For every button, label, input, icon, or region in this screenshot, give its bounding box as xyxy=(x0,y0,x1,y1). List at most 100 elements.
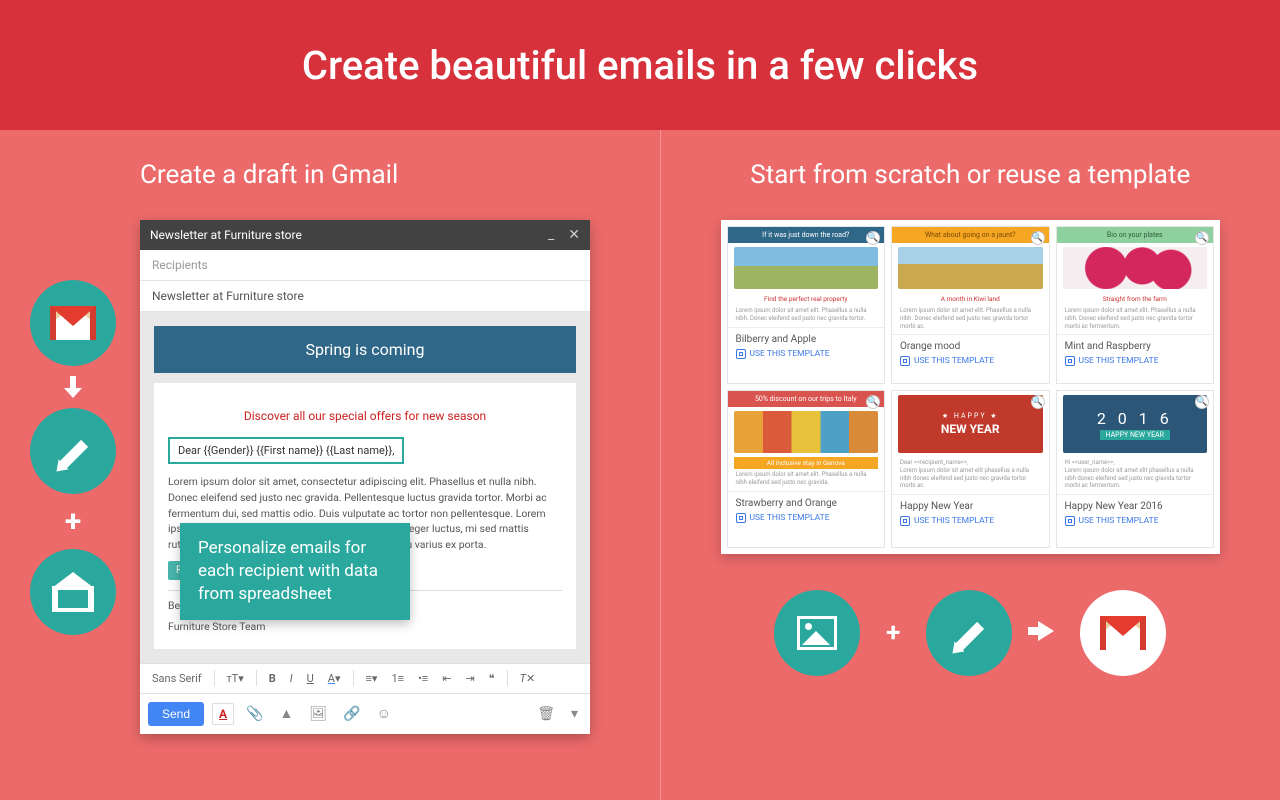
template-name: Orange mood xyxy=(892,334,1049,354)
minimize-icon[interactable]: _ xyxy=(548,227,554,243)
template-lorem: Lorem ipsum dolor sit amet elit. Phasell… xyxy=(728,305,885,327)
indent-less-icon[interactable]: ⇤ xyxy=(438,670,455,687)
use-template-button[interactable]: USE THIS TEMPLATE xyxy=(892,354,1049,372)
template-card[interactable]: 🔍 2 0 1 6HAPPY NEW YEAR Hi <<user_name>>… xyxy=(1056,390,1215,548)
send-step-icon xyxy=(30,549,116,635)
workflow-icons-column: + xyxy=(30,280,116,635)
template-thumbnail xyxy=(734,411,879,453)
font-family-select[interactable]: Sans Serif xyxy=(148,670,206,687)
use-template-button[interactable]: USE THIS TEMPLATE xyxy=(728,511,885,529)
left-panel-title: Create a draft in Gmail xyxy=(140,160,640,190)
numbered-list-icon[interactable]: 1≡ xyxy=(387,670,408,687)
attach-icon[interactable]: 📎 xyxy=(242,706,267,722)
drive-icon[interactable]: ▲ xyxy=(276,705,298,722)
compose-titlebar[interactable]: Newsletter at Furniture store _ ✕ xyxy=(140,220,590,250)
plus-icon: + xyxy=(886,618,900,648)
more-options-icon[interactable]: ▾ xyxy=(567,706,582,722)
bold-icon[interactable]: B xyxy=(265,670,280,687)
gmail-icon xyxy=(1100,616,1146,650)
template-card[interactable]: 50% discount on our trips to Italy 🔍 All… xyxy=(727,390,886,548)
template-name: Happy New Year 2016 xyxy=(1057,494,1214,514)
copy-icon xyxy=(1065,516,1075,526)
quote-icon[interactable]: ❝ xyxy=(485,670,499,687)
insert-image-icon[interactable]: 🖼 xyxy=(305,706,331,722)
personalize-callout: Personalize emails for each recipient wi… xyxy=(180,523,410,620)
left-panel: + Create a draft in Gmail Newsletter at … xyxy=(0,130,661,800)
template-banner: 50% discount on our trips to Italy xyxy=(728,391,885,407)
underline-icon[interactable]: U xyxy=(303,670,318,687)
compose-sendbar: Send A 📎 ▲ 🖼 🔗 ☺ 🗑 ▾ xyxy=(140,693,590,734)
insert-link-icon[interactable]: 🔗 xyxy=(339,706,364,722)
text-color-icon[interactable]: A▾ xyxy=(324,670,345,687)
template-card[interactable]: What about going on a jaunt? 🔍 A month i… xyxy=(891,226,1050,384)
zoom-icon[interactable]: 🔍 xyxy=(1031,395,1045,409)
use-template-button[interactable]: USE THIS TEMPLATE xyxy=(1057,514,1214,532)
close-icon[interactable]: ✕ xyxy=(568,227,580,243)
right-panel-title: Start from scratch or reuse a template xyxy=(701,160,1241,190)
discard-icon[interactable]: 🗑 xyxy=(533,706,559,722)
template-banner: If it was just down the road? xyxy=(728,227,885,243)
image-icon xyxy=(797,616,837,650)
template-caption: All inclusive stay in Genova xyxy=(734,457,879,469)
font-size-icon[interactable]: ᴛT▾ xyxy=(223,670,248,687)
template-lorem: Hi <<user_name>>,Lorem ipsum dolor sit a… xyxy=(1057,457,1214,494)
template-card[interactable]: 🔍 ★ HAPPY ★NEW YEAR Dear <<recipient_nam… xyxy=(891,390,1050,548)
template-card[interactable]: If it was just down the road? 🔍 Find the… xyxy=(727,226,886,384)
template-banner: Bio on your plates xyxy=(1057,227,1214,243)
clear-format-icon[interactable]: T✕ xyxy=(516,670,540,687)
recipients-field[interactable]: Recipients xyxy=(140,250,590,281)
template-name: Strawberry and Orange xyxy=(728,491,885,511)
merge-fields-highlight: Dear {{Gender}} {{First name}} {{Last na… xyxy=(168,437,404,464)
bullet-list-icon[interactable]: •≡ xyxy=(414,670,432,687)
gmail-step-icon xyxy=(30,280,116,366)
zoom-icon[interactable]: 🔍 xyxy=(1195,231,1209,245)
emoji-icon[interactable]: ☺ xyxy=(373,705,395,722)
zoom-icon[interactable]: 🔍 xyxy=(1195,395,1209,409)
align-icon[interactable]: ≡▾ xyxy=(362,670,382,687)
zoom-icon[interactable]: 🔍 xyxy=(1031,231,1045,245)
template-caption: Straight from the farm xyxy=(1057,293,1214,305)
zoom-icon[interactable]: 🔍 xyxy=(866,231,880,245)
bottom-workflow-icons: + xyxy=(721,590,1221,676)
pencil-icon xyxy=(53,431,93,471)
template-step-icon xyxy=(774,590,860,676)
edit-step-icon xyxy=(926,590,1012,676)
template-grid: If it was just down the road? 🔍 Find the… xyxy=(721,220,1221,554)
use-template-button[interactable]: USE THIS TEMPLATE xyxy=(728,347,885,365)
hero-title: Create beautiful emails in a few clicks xyxy=(302,42,978,89)
compose-window-title: Newsletter at Furniture store xyxy=(150,228,302,242)
template-thumbnail: 2 0 1 6HAPPY NEW YEAR xyxy=(1063,395,1208,453)
template-name: Mint and Raspberry xyxy=(1057,334,1214,354)
special-offer-line: Discover all our special offers for new … xyxy=(168,409,562,423)
zoom-icon[interactable]: 🔍 xyxy=(866,395,880,409)
signature-line2: Furniture Store Team xyxy=(168,620,562,633)
copy-icon xyxy=(736,349,746,359)
template-thumbnail xyxy=(734,247,879,289)
gmail-icon xyxy=(50,306,96,340)
template-lorem: Lorem ipsum dolor sit amet elit. Phasell… xyxy=(892,305,1049,334)
use-template-button[interactable]: USE THIS TEMPLATE xyxy=(892,514,1049,532)
send-button[interactable]: Send xyxy=(148,702,204,726)
template-lorem: Lorem ipsum dolor sit amet elit. Phasell… xyxy=(1057,305,1214,334)
template-thumbnail xyxy=(898,247,1043,289)
template-caption: A month in Kiwi land xyxy=(892,293,1049,305)
content-row: + Create a draft in Gmail Newsletter at … xyxy=(0,130,1280,800)
format-toolbar: Sans Serif ᴛT▾ B I U A▾ ≡▾ 1≡ •≡ ⇤ ⇥ ❝ T… xyxy=(140,663,590,693)
template-lorem: Lorem ipsum dolor sit amet elit. Phasell… xyxy=(728,469,885,491)
template-name: Bilberry and Apple xyxy=(728,327,885,347)
template-card[interactable]: Bio on your plates 🔍 Straight from the f… xyxy=(1056,226,1215,384)
formatting-toggle-icon[interactable]: A xyxy=(212,703,234,725)
arrow-right-icon xyxy=(1038,618,1054,648)
copy-icon xyxy=(1065,356,1075,366)
template-banner: What about going on a jaunt? xyxy=(892,227,1049,243)
gmail-compose-window: Newsletter at Furniture store _ ✕ Recipi… xyxy=(140,220,590,734)
mail-open-icon xyxy=(52,572,94,612)
template-name: Happy New Year xyxy=(892,494,1049,514)
newsletter-banner: Spring is coming xyxy=(154,326,576,373)
use-template-button[interactable]: USE THIS TEMPLATE xyxy=(1057,354,1214,372)
template-lorem: Dear <<recipient_name>>,Lorem ipsum dolo… xyxy=(892,457,1049,494)
pencil-icon xyxy=(949,613,989,653)
subject-field[interactable]: Newsletter at Furniture store xyxy=(140,281,590,312)
italic-icon[interactable]: I xyxy=(286,670,297,687)
indent-more-icon[interactable]: ⇥ xyxy=(461,670,478,687)
